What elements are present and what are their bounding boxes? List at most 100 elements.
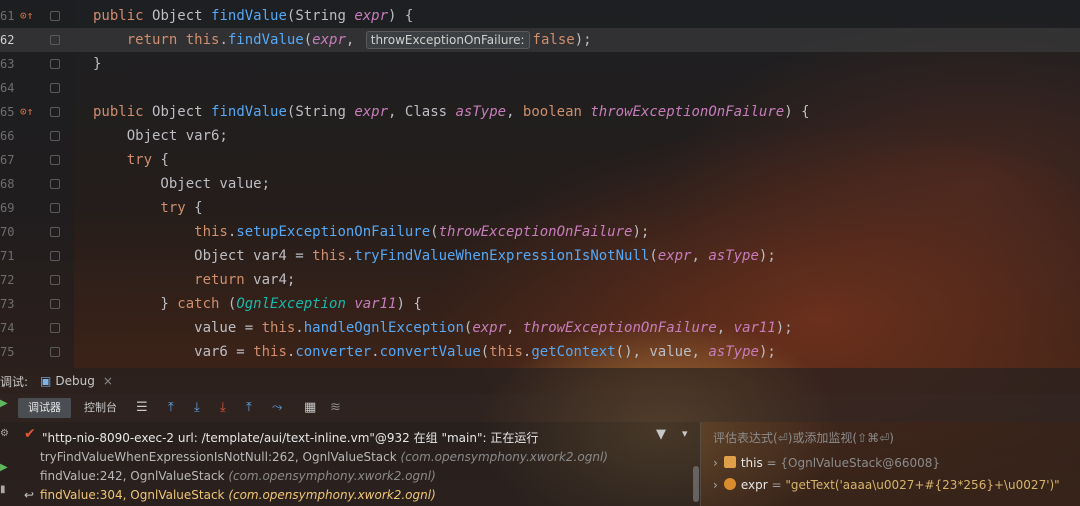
chevron-down-icon[interactable]: ▾ bbox=[682, 427, 688, 440]
code-token: throwExceptionOnFailure bbox=[522, 320, 717, 336]
code-token: ( bbox=[480, 344, 490, 360]
line-number[interactable]: 75 bbox=[0, 340, 14, 364]
line-number[interactable]: 63 bbox=[0, 52, 14, 76]
table-icon[interactable]: ▦ bbox=[304, 399, 316, 417]
step-into-icon[interactable]: ⤓ bbox=[220, 399, 226, 417]
line-number[interactable]: 68 bbox=[0, 172, 14, 196]
line-number[interactable]: 65 bbox=[0, 100, 14, 124]
line-number[interactable]: 72 bbox=[0, 268, 14, 292]
side-settings-icon[interactable]: ⚙ bbox=[0, 428, 10, 439]
code-token: , bbox=[506, 320, 523, 336]
step-over-icon[interactable]: ⤓ bbox=[194, 399, 200, 417]
line-number[interactable]: 70 bbox=[0, 220, 14, 244]
code-token: Object bbox=[152, 104, 212, 120]
code-line[interactable]: 61 ⊙↑ public Object findValue(String expr)… bbox=[0, 4, 1080, 28]
code-line[interactable]: 66 Object var6; bbox=[0, 124, 1080, 148]
override-marker-icon[interactable]: ⊙↑ bbox=[20, 10, 33, 22]
code-token: try bbox=[93, 200, 195, 216]
code-token: catch bbox=[177, 296, 228, 312]
menu-icon[interactable]: ☰ bbox=[136, 399, 148, 417]
line-number[interactable]: 64 bbox=[0, 76, 14, 100]
chevron-right-icon[interactable]: › bbox=[713, 478, 718, 492]
code-token: , bbox=[345, 32, 363, 48]
code-token: throwExceptionOnFailure bbox=[438, 224, 633, 240]
settings-icon[interactable]: ≋ bbox=[330, 399, 341, 417]
line-number[interactable]: 73 bbox=[0, 292, 14, 316]
fold-marker-icon[interactable] bbox=[50, 275, 60, 285]
stack-frame[interactable]: findValue:242, OgnlValueStack (com.opens… bbox=[40, 469, 436, 483]
code-token: ( bbox=[303, 32, 313, 48]
code-line[interactable]: 63} bbox=[0, 52, 1080, 76]
variables-panel: 评估表达式(⏎)或添加监视(⇧⌘⏎) › this = {OgnlValueSta… bbox=[700, 422, 1080, 506]
code-text: try { bbox=[93, 196, 202, 220]
close-icon[interactable]: × bbox=[103, 374, 113, 388]
fold-marker-icon[interactable] bbox=[50, 251, 60, 261]
fold-marker-icon[interactable] bbox=[50, 323, 60, 333]
variable-row[interactable]: › this = {OgnlValueStack@66008} bbox=[713, 456, 940, 470]
code-line[interactable]: 72 return var4; bbox=[0, 268, 1080, 292]
code-text: Object value; bbox=[93, 172, 270, 196]
code-line[interactable]: 65 ⊙↑ public Object findValue(String expr,… bbox=[0, 100, 1080, 124]
show-execution-point-icon[interactable]: ⤒ bbox=[168, 399, 174, 417]
code-token: tryFindValueWhenExpressionIsNotNull bbox=[354, 248, 650, 264]
chevron-right-icon[interactable]: › bbox=[713, 456, 718, 470]
line-number[interactable]: 74 bbox=[0, 316, 14, 340]
code-token: try bbox=[93, 152, 161, 168]
override-marker-icon[interactable]: ⊙↑ bbox=[20, 106, 33, 118]
thread-selector[interactable]: "http-nio-8090-exec-2 url: /template/aui… bbox=[42, 429, 538, 446]
equals-sign: = bbox=[767, 478, 786, 492]
run-to-cursor-icon[interactable]: ⤳ bbox=[272, 399, 282, 417]
code-line[interactable]: 67 try { bbox=[0, 148, 1080, 172]
fold-marker-icon[interactable] bbox=[50, 35, 60, 45]
frame-method: tryFindValueWhenExpressionIsNotNull:262,… bbox=[40, 450, 401, 464]
code-token: . bbox=[219, 32, 228, 48]
fold-marker-icon[interactable] bbox=[50, 83, 60, 93]
variable-name: expr bbox=[740, 478, 768, 492]
code-line[interactable]: 73 } catch (OgnlException var11) { bbox=[0, 292, 1080, 316]
fold-marker-icon[interactable] bbox=[50, 227, 60, 237]
frames-scrollbar[interactable] bbox=[693, 466, 699, 502]
filter-icon[interactable]: ▼ bbox=[656, 427, 666, 442]
code-line[interactable]: 62 return this.findValue(expr, throwExce… bbox=[0, 28, 1080, 52]
code-line[interactable]: 68 Object value; bbox=[0, 172, 1080, 196]
line-number[interactable]: 67 bbox=[0, 148, 14, 172]
fold-marker-icon[interactable] bbox=[50, 107, 60, 117]
step-out-icon[interactable]: ⤒ bbox=[246, 399, 252, 417]
stack-frame[interactable]: tryFindValueWhenExpressionIsNotNull:262,… bbox=[40, 450, 608, 464]
code-line[interactable]: 70 this.setupExceptionOnFailure(throwExc… bbox=[0, 220, 1080, 244]
code-token: this bbox=[253, 344, 287, 360]
debug-tab[interactable]: ▣ Debug × bbox=[40, 371, 113, 391]
code-token: (String bbox=[286, 104, 355, 120]
line-number[interactable]: 71 bbox=[0, 244, 14, 268]
tab-console[interactable]: 控制台 bbox=[74, 398, 127, 418]
evaluate-expression-input[interactable]: 评估表达式(⏎)或添加监视(⇧⌘⏎) bbox=[713, 429, 894, 446]
code-editor[interactable]: 61 ⊙↑ public Object findValue(String expr)… bbox=[0, 0, 1080, 368]
code-token: ); bbox=[758, 248, 776, 264]
fold-marker-icon[interactable] bbox=[50, 347, 60, 357]
code-token: Object value; bbox=[93, 176, 271, 192]
fold-marker-icon[interactable] bbox=[50, 59, 60, 69]
code-line[interactable]: 74 value = this.handleOgnlException(expr… bbox=[0, 316, 1080, 340]
fold-marker-icon[interactable] bbox=[50, 155, 60, 165]
variable-row[interactable]: › expr = "getText('aaaa\u0027+#{23*256}+\… bbox=[713, 478, 1060, 492]
code-line[interactable]: 75 var6 = this.converter.convertValue(th… bbox=[0, 340, 1080, 364]
line-number[interactable]: 69 bbox=[0, 196, 14, 220]
line-number[interactable]: 66 bbox=[0, 124, 14, 148]
pause-icon[interactable]: ▮ bbox=[0, 484, 10, 495]
variable-name: this bbox=[740, 456, 763, 470]
fold-marker-icon[interactable] bbox=[50, 131, 60, 141]
fold-marker-icon[interactable] bbox=[50, 179, 60, 189]
tab-debugger[interactable]: 调试器 bbox=[18, 398, 71, 418]
code-line[interactable]: 64 bbox=[0, 76, 1080, 100]
code-line[interactable]: 69 try { bbox=[0, 196, 1080, 220]
line-number[interactable]: 61 bbox=[0, 4, 14, 28]
stack-frame[interactable]: findValue:304, OgnlValueStack (com.opens… bbox=[40, 488, 436, 502]
rerun-icon[interactable]: ▶ bbox=[0, 398, 10, 409]
fold-marker-icon[interactable] bbox=[50, 11, 60, 21]
code-line[interactable]: 71 Object var4 = this.tryFindValueWhenEx… bbox=[0, 244, 1080, 268]
code-text: return var4; bbox=[93, 268, 295, 292]
line-number[interactable]: 62 bbox=[0, 28, 14, 52]
fold-marker-icon[interactable] bbox=[50, 299, 60, 309]
fold-marker-icon[interactable] bbox=[50, 203, 60, 213]
resume-icon[interactable]: ▶ bbox=[0, 462, 10, 473]
